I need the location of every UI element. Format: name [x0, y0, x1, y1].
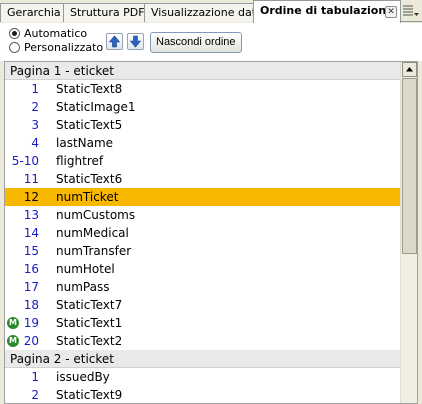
vertical-scrollbar[interactable] [400, 62, 417, 403]
field-name: StaticText7 [56, 298, 123, 312]
close-icon[interactable]: ✕ [385, 6, 397, 18]
tab-order-number: 2 [31, 100, 39, 114]
tab-order-number: 12 [23, 190, 39, 204]
tab-order-number: 14 [23, 226, 39, 240]
tab-order-number: 1 [31, 82, 39, 96]
tab-order-number: 19 [23, 316, 39, 330]
scrollbar-thumb[interactable] [402, 78, 417, 254]
tab-strip: Gerarchia Struttura PDF Visualizzazione … [0, 0, 422, 23]
tab-struttura-pdf[interactable]: Struttura PDF [63, 3, 145, 22]
tab-ordine-di-tabulazione[interactable]: Ordine di tabulazione ✕ [253, 0, 401, 23]
radio-custom[interactable]: Personalizzato [9, 40, 103, 55]
list-item[interactable]: 11 StaticText6 [5, 170, 400, 188]
list-item[interactable]: 5-10 flightref [5, 152, 400, 170]
list-item[interactable]: 4 lastName [5, 134, 400, 152]
tab-label: Gerarchia [7, 6, 61, 19]
list-item[interactable]: 13 numCustoms [5, 206, 400, 224]
field-name: numMedical [56, 226, 129, 240]
field-name: StaticText5 [56, 118, 123, 132]
tab-order-number: 15 [23, 244, 39, 258]
radio-automatic[interactable]: Automatico [9, 26, 87, 41]
field-name: numHotel [56, 262, 115, 276]
group-header[interactable]: Pagina 2 - eticket [5, 350, 400, 368]
radio-indicator[interactable] [9, 28, 20, 39]
arrow-down-icon[interactable] [127, 33, 144, 50]
hide-order-button[interactable]: Nascondi ordine [150, 32, 242, 53]
list-item[interactable]: 1 issuedBy [5, 368, 400, 386]
tab-order-number: 1 [31, 370, 39, 384]
panel-menu-icon[interactable] [402, 4, 420, 19]
tab-order-number: 13 [23, 208, 39, 222]
tab-order-number: 4 [31, 136, 39, 150]
field-name: StaticText6 [56, 172, 123, 186]
tab-gerarchia[interactable]: Gerarchia [0, 3, 64, 22]
radio-indicator[interactable] [9, 42, 20, 53]
tab-order-toolbar: Automatico Personalizzato Nascondi ordin… [0, 23, 422, 61]
tab-order-number: 5-10 [11, 154, 39, 168]
list-item[interactable]: 17 numPass [5, 278, 400, 296]
tab-visualizzazione-dati[interactable]: Visualizzazione dati [144, 3, 254, 22]
list-item[interactable]: 16 numHotel [5, 260, 400, 278]
tab-order-number: 11 [23, 172, 39, 186]
list-item[interactable]: 15 numTransfer [5, 242, 400, 260]
scroll-up-icon[interactable] [402, 62, 417, 77]
field-name: StaticText8 [56, 82, 123, 96]
tab-order-number: 17 [23, 280, 39, 294]
field-name: numTicket [56, 190, 119, 204]
tab-order-number: 18 [23, 298, 39, 312]
list-item[interactable]: 2 StaticImage1 [5, 98, 400, 116]
tab-order-list-panel: Pagina 1 - eticket 1 StaticText8 2 StaticIma… [4, 61, 418, 404]
tab-label: Struttura PDF [70, 6, 145, 19]
list-item[interactable]: M 20 StaticText2 [5, 332, 400, 350]
tab-order-number: 16 [23, 262, 39, 276]
list-item[interactable]: M 19 StaticText1 [5, 314, 400, 332]
list-item[interactable]: 18 StaticText7 [5, 296, 400, 314]
tab-order-number: 3 [31, 118, 39, 132]
tab-label: Visualizzazione dati [151, 6, 254, 19]
field-name: StaticText9 [56, 388, 123, 402]
field-name: StaticText1 [56, 316, 123, 330]
list-item[interactable]: 14 numMedical [5, 224, 400, 242]
field-name: StaticText2 [56, 334, 123, 348]
tab-order-number: 20 [23, 334, 39, 348]
list-item[interactable]: 12 numTicket [5, 188, 400, 206]
radio-automatic-label: Automatico [24, 27, 88, 40]
field-name: numTransfer [56, 244, 132, 258]
field-name: numPass [56, 280, 110, 294]
tab-order-number: 2 [31, 388, 39, 402]
tab-order-list: Pagina 1 - eticket 1 StaticText8 2 StaticIma… [5, 62, 400, 403]
arrow-up-icon[interactable] [106, 33, 123, 50]
group-header[interactable]: Pagina 1 - eticket [5, 62, 400, 80]
field-name: lastName [56, 136, 114, 150]
field-name: StaticImage1 [56, 100, 136, 114]
list-item[interactable]: 1 StaticText8 [5, 80, 400, 98]
list-item[interactable]: 2 StaticText9 [5, 386, 400, 403]
list-item[interactable]: 3 StaticText5 [5, 116, 400, 134]
field-name: issuedBy [56, 370, 110, 384]
field-name: numCustoms [56, 208, 136, 222]
field-name: flightref [56, 154, 104, 168]
tab-label: Ordine di tabulazione [260, 4, 394, 17]
radio-custom-label: Personalizzato [24, 41, 104, 54]
